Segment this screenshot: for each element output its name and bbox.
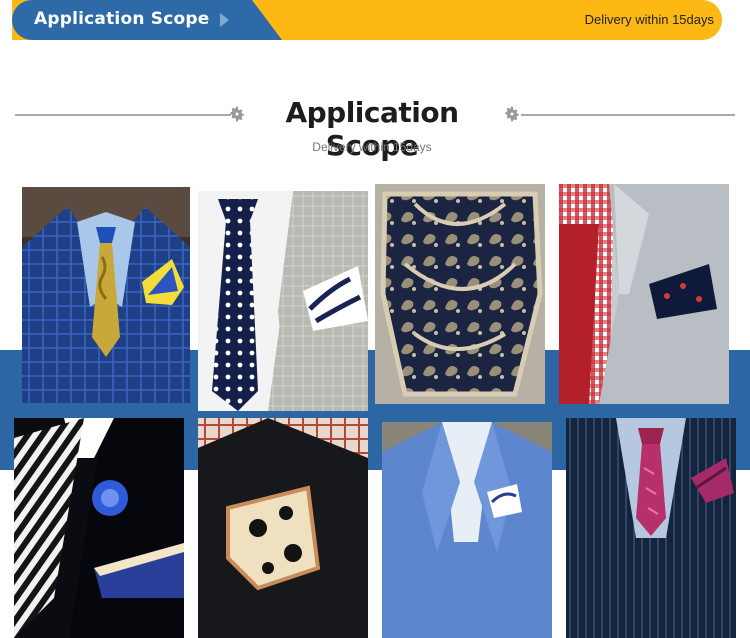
photo-black-suit-striped-tie bbox=[14, 418, 184, 638]
top-banner: Application Scope Delivery within 15days bbox=[12, 0, 722, 40]
banner-delivery-text: Delivery within 15days bbox=[584, 12, 714, 27]
heading-rule-right bbox=[521, 114, 735, 116]
section-subheading: Delivery within 15days bbox=[312, 140, 432, 154]
banner-title: Application Scope bbox=[34, 9, 210, 29]
play-arrow-icon bbox=[220, 13, 229, 27]
photo-black-jacket-polka-square bbox=[198, 418, 368, 638]
photo-navy-check-suit bbox=[22, 187, 190, 403]
photo-blue-blazer bbox=[382, 422, 552, 638]
photo-pinstripe-suit-magenta-tie bbox=[566, 418, 736, 638]
gear-icon bbox=[505, 106, 519, 122]
photo-grey-suit-polka-tie bbox=[198, 191, 368, 411]
heading-rule-left bbox=[15, 114, 231, 116]
photo-grey-jacket-red-gingham bbox=[559, 184, 729, 404]
photo-paisley-pocket-square bbox=[375, 184, 545, 404]
